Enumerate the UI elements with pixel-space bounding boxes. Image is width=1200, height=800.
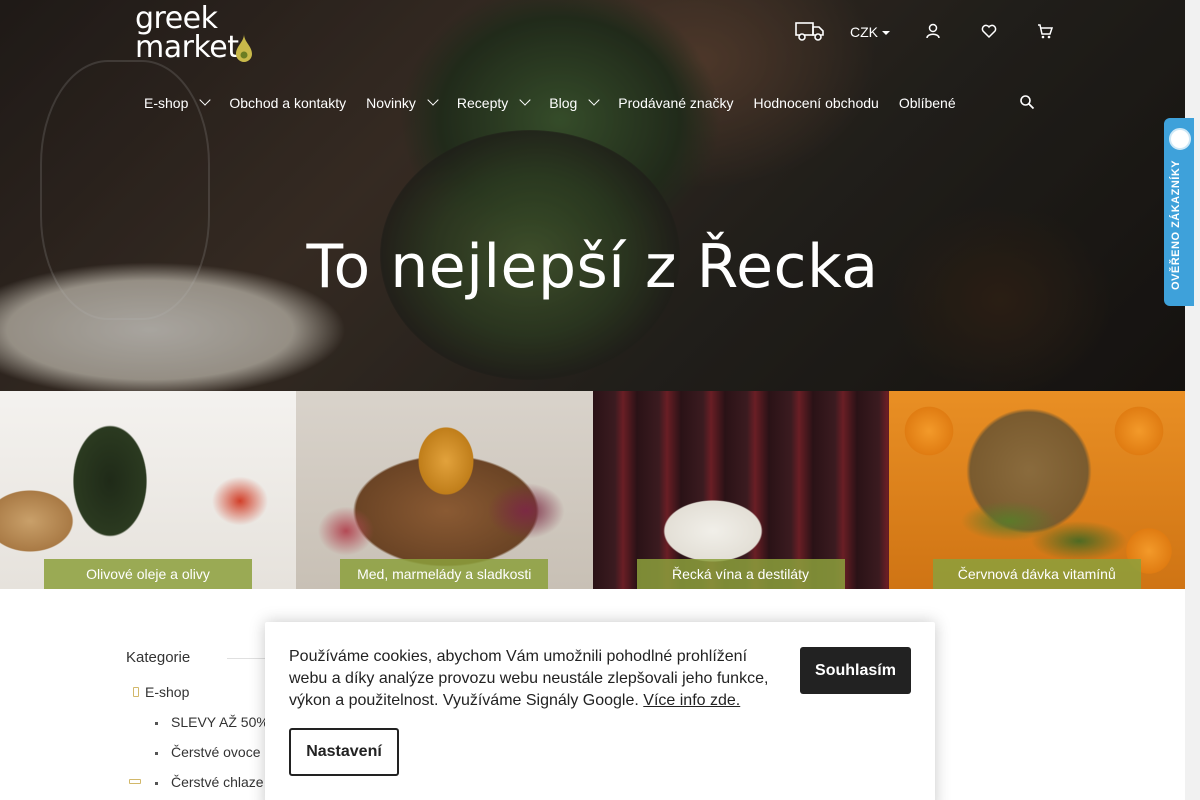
nav-item-label: Hodnocení obchodu (753, 95, 879, 111)
nav-item-recepty[interactable]: Recepty (456, 94, 531, 111)
collapse-icon[interactable] (129, 779, 141, 784)
nav-item-znacky[interactable]: Prodávané značky (618, 95, 733, 111)
category-item[interactable]: SLEVY AŽ 50% (171, 714, 269, 730)
chevron-down-icon (199, 94, 212, 106)
nav-item-obchod[interactable]: Obchod a kontakty (229, 95, 346, 111)
cart-icon[interactable] (1036, 22, 1054, 40)
cookie-text: Používáme cookies, abychom Vám umožnili … (289, 646, 779, 712)
nav-item-blog[interactable]: Blog (549, 94, 600, 111)
chevron-down-icon (588, 94, 600, 106)
site-logo[interactable]: greek market (135, 4, 265, 64)
main-nav: E-shop Obchod a kontakty Novinky Recepty… (144, 92, 976, 114)
logo-text-line2: market (135, 30, 239, 65)
tile-label: Med, marmelády a sladkosti (340, 559, 549, 589)
verified-by-customers-badge[interactable]: OVĚŘENO ZÁKAZNÍKY (1164, 118, 1194, 306)
category-item[interactable]: Čerstvé chlaze (171, 774, 264, 790)
category-tiles: Olivové oleje a olivy Med, marmelády a s… (0, 391, 1185, 589)
tile-olive-oils[interactable]: Olivové oleje a olivy (0, 391, 297, 589)
nav-item-label: Blog (549, 95, 578, 111)
tile-label: Řecká vína a destiláty (636, 559, 845, 589)
tile-wines[interactable]: Řecká vína a destiláty (592, 391, 889, 589)
chevron-down-icon (519, 94, 531, 106)
nav-item-novinky[interactable]: Novinky (366, 94, 439, 111)
chevron-down-icon (427, 94, 439, 106)
nav-item-label: Oblíbené (898, 95, 956, 111)
currency-label: CZK (850, 24, 878, 40)
bullet-icon (155, 722, 158, 725)
cookie-settings-button[interactable]: Nastavení (289, 728, 399, 776)
nav-item-hodnoceni[interactable]: Hodnocení obchodu (753, 95, 878, 111)
nav-item-label: Novinky (366, 95, 416, 111)
folder-icon (133, 687, 139, 697)
category-eshop[interactable]: E-shop (145, 684, 189, 700)
search-icon[interactable] (1019, 94, 1035, 110)
nav-item-label: Prodávané značky (618, 95, 734, 111)
caret-down-icon (882, 31, 890, 36)
hero-title: To nejlepší z Řecka (306, 232, 879, 302)
user-icon[interactable] (924, 22, 942, 40)
olive-drop-icon (236, 34, 252, 62)
tile-label: Olivové oleje a olivy (44, 559, 252, 589)
tile-honey-sweets[interactable]: Med, marmelády a sladkosti (296, 391, 593, 589)
currency-selector[interactable]: CZK (850, 24, 890, 40)
truck-icon[interactable] (795, 20, 825, 42)
bullet-icon (155, 782, 158, 785)
nav-item-label: Recepty (456, 95, 509, 111)
accept-cookies-button[interactable]: Souhlasím (800, 647, 911, 694)
categories-heading: Kategorie (126, 649, 191, 666)
verified-badge-text: OVĚŘENO ZÁKAZNÍKY (1170, 159, 1182, 290)
tile-vitamins[interactable]: Červnová dávka vitamínů (888, 391, 1185, 589)
heart-icon[interactable] (980, 22, 998, 40)
category-item[interactable]: Čerstvé ovoce (171, 744, 260, 760)
heureka-seal-icon (1169, 128, 1191, 150)
cookie-more-info-link[interactable]: Více info zde. (643, 692, 740, 709)
bullet-icon (155, 752, 158, 755)
tile-label: Červnová dávka vitamínů (932, 559, 1141, 589)
nav-item-oblibene[interactable]: Oblíbené (899, 95, 956, 111)
nav-item-eshop[interactable]: E-shop (144, 94, 212, 111)
nav-item-label: Obchod a kontakty (229, 95, 347, 111)
cookie-banner: Používáme cookies, abychom Vám umožnili … (265, 622, 935, 800)
nav-item-label: E-shop (144, 95, 189, 111)
